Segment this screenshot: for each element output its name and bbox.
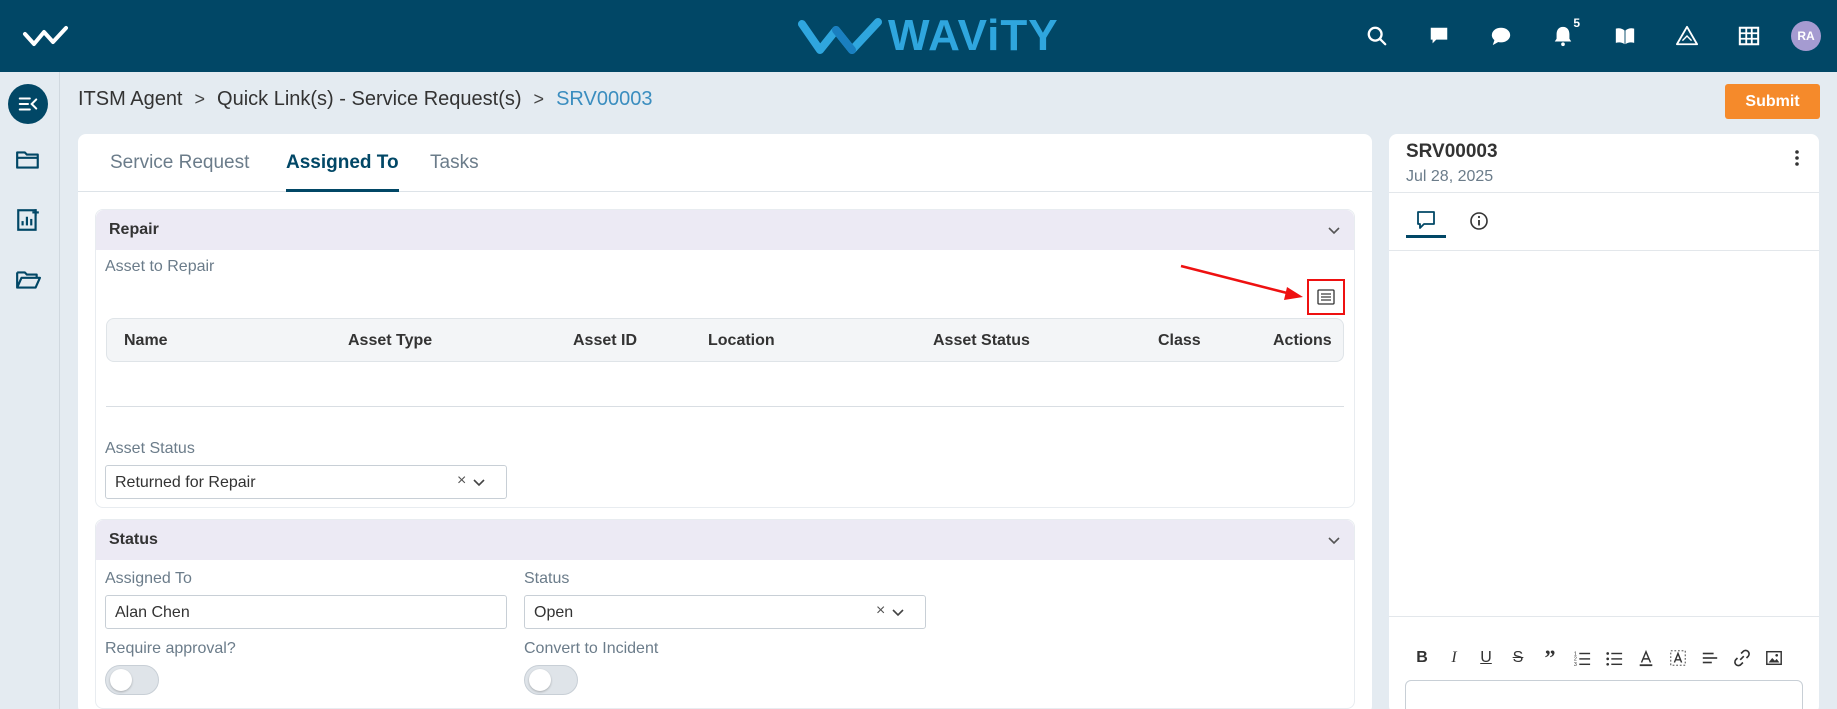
column-header-class[interactable]: Class <box>1158 332 1201 350</box>
bullet-list-icon[interactable] <box>1603 647 1625 669</box>
folder-open-icon[interactable] <box>14 266 42 294</box>
breadcrumb-item-current: SRV00003 <box>556 88 653 110</box>
panel-divider <box>1389 250 1819 251</box>
assigned-to-field[interactable]: Alan Chen <box>105 595 507 629</box>
list-icon <box>1317 289 1335 305</box>
brand-name: WAViTY <box>888 11 1059 60</box>
chevron-down-icon[interactable] <box>1326 222 1342 238</box>
column-header-location[interactable]: Location <box>708 332 775 350</box>
status-select[interactable]: Open × <box>524 595 926 629</box>
tab-assigned-to[interactable]: Assigned To <box>286 152 399 192</box>
assigned-to-value: Alan Chen <box>115 604 190 621</box>
asset-status-value: Returned for Repair <box>115 474 256 491</box>
underline-button[interactable]: U <box>1475 647 1497 669</box>
grid-divider <box>106 406 1344 407</box>
asset-to-repair-label: Asset to Repair <box>105 258 215 275</box>
clear-icon[interactable]: × <box>457 472 466 490</box>
panel-title: SRV00003 <box>1406 141 1498 162</box>
tab-info[interactable] <box>1459 204 1499 238</box>
toggle-knob <box>110 669 132 691</box>
bell-icon[interactable]: 5 <box>1543 16 1583 56</box>
search-icon[interactable] <box>1357 16 1397 56</box>
status-section-title: Status <box>109 531 158 548</box>
image-icon[interactable] <box>1763 647 1785 669</box>
toggle-knob <box>529 669 551 691</box>
breadcrumb-item-itsm-agent[interactable]: ITSM Agent <box>78 88 183 111</box>
sidebar <box>0 72 60 709</box>
editor-divider <box>1389 616 1819 617</box>
breadcrumb-item-quick-links[interactable]: Quick Link(s) - Service Request(s) <box>217 88 522 111</box>
tab-tasks[interactable]: Tasks <box>430 152 479 192</box>
clear-icon[interactable]: × <box>876 602 885 620</box>
column-header-actions[interactable]: Actions <box>1273 332 1332 350</box>
convert-incident-label: Convert to Incident <box>524 640 659 657</box>
asset-grid-header: Name Asset Type Asset ID Location Asset … <box>106 318 1344 362</box>
tab-service-request[interactable]: Service Request <box>110 152 249 192</box>
book-icon[interactable] <box>1605 16 1645 56</box>
chevron-down-icon[interactable] <box>472 475 486 489</box>
top-icons: 5 RA <box>1335 16 1821 56</box>
main-card: Service Request Assigned To Tasks Repair… <box>78 134 1372 709</box>
status-label: Status <box>524 570 570 587</box>
column-header-asset-type[interactable]: Asset Type <box>348 332 432 350</box>
link-icon[interactable] <box>1731 647 1753 669</box>
status-value: Open <box>534 604 574 621</box>
column-header-name[interactable]: Name <box>124 332 168 350</box>
repair-section-header[interactable]: Repair <box>96 210 1354 250</box>
column-header-asset-id[interactable]: Asset ID <box>573 332 637 350</box>
status-section: Status Assigned To Alan Chen Status Open… <box>95 519 1355 709</box>
more-vertical-icon[interactable] <box>1789 148 1805 168</box>
text-color-icon[interactable] <box>1635 647 1657 669</box>
note-icon[interactable] <box>1419 16 1459 56</box>
require-approval-toggle[interactable] <box>105 665 159 695</box>
comment-input[interactable] <box>1405 680 1803 709</box>
strikethrough-button[interactable]: S <box>1507 647 1529 669</box>
panel-date: Jul 28, 2025 <box>1406 168 1494 185</box>
brand-logo: WAViTY <box>798 11 1059 60</box>
column-header-asset-status[interactable]: Asset Status <box>933 332 1030 350</box>
svg-text:3: 3 <box>1574 662 1577 667</box>
repair-section-title: Repair <box>109 221 159 238</box>
panel-divider <box>1389 192 1819 193</box>
chat-icon[interactable] <box>1481 16 1521 56</box>
quote-button[interactable]: ” <box>1539 645 1561 670</box>
bold-button[interactable]: B <box>1411 647 1433 669</box>
asset-status-label: Asset Status <box>105 440 195 457</box>
chevron-down-icon[interactable] <box>891 605 905 619</box>
breadcrumb: ITSM Agent > Quick Link(s) - Service Req… <box>78 88 652 111</box>
require-approval-label: Require approval? <box>105 640 236 657</box>
comment-icon <box>1417 210 1435 229</box>
repair-section: Repair Asset to Repair Name Asset Type A… <box>95 209 1355 508</box>
activity-panel: SRV00003 Jul 28, 2025 B I U S ” 123 <box>1389 134 1819 709</box>
notification-count: 5 <box>1573 16 1580 30</box>
editor-toolbar: B I U S ” 123 <box>1411 645 1795 670</box>
info-icon <box>1470 212 1488 230</box>
warning-icon[interactable] <box>1667 16 1707 56</box>
status-section-header[interactable]: Status <box>96 520 1354 560</box>
avatar[interactable]: RA <box>1791 21 1821 51</box>
align-icon[interactable] <box>1699 647 1721 669</box>
convert-incident-toggle[interactable] <box>524 665 578 695</box>
tab-bar: Service Request Assigned To Tasks <box>78 134 1372 192</box>
chevron-down-icon[interactable] <box>1326 532 1342 548</box>
breadcrumb-separator: > <box>533 89 545 109</box>
grid-icon[interactable] <box>1729 16 1769 56</box>
home-icon[interactable] <box>22 22 70 50</box>
report-icon[interactable] <box>14 206 42 234</box>
ordered-list-icon[interactable]: 123 <box>1571 647 1593 669</box>
assigned-to-label: Assigned To <box>105 570 192 587</box>
collapse-menu-icon[interactable] <box>8 84 48 124</box>
top-bar: WAViTY 5 RA <box>0 0 1837 72</box>
italic-button[interactable]: I <box>1443 647 1465 669</box>
select-asset-list-button[interactable] <box>1307 279 1345 315</box>
asset-status-select[interactable]: Returned for Repair × <box>105 465 507 499</box>
highlight-icon[interactable] <box>1667 647 1689 669</box>
annotation-arrow <box>1180 264 1303 300</box>
brand-mark-icon <box>798 18 882 54</box>
submit-button[interactable]: Submit <box>1725 84 1820 119</box>
folder-icon[interactable] <box>14 146 42 174</box>
tab-comments[interactable] <box>1406 204 1446 238</box>
breadcrumb-separator: > <box>194 89 206 109</box>
